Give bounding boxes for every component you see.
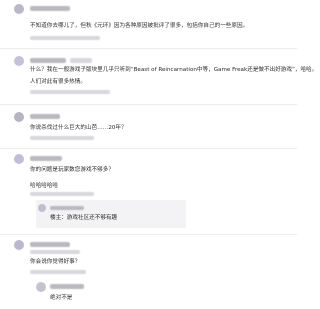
comment-actions-blurred	[30, 192, 94, 196]
comment-text-2b: 人们对此有很多热情。	[30, 79, 86, 85]
flair-blurred	[30, 250, 80, 254]
username-blurred	[50, 284, 84, 289]
avatar[interactable]	[14, 56, 24, 66]
username-blurred	[30, 114, 60, 119]
comment-actions-blurred	[30, 136, 94, 140]
username-blurred	[30, 242, 70, 247]
timestamp-blurred	[70, 58, 92, 63]
divider	[0, 48, 297, 49]
divider	[0, 148, 297, 149]
avatar[interactable]	[38, 204, 46, 212]
comment-text-3: 你说杀伐过什么巨大的山芭……20年？	[30, 125, 127, 131]
username-blurred	[30, 58, 66, 63]
comment-text-5: 你会说你觉得好事？	[30, 259, 81, 265]
avatar[interactable]	[14, 4, 24, 14]
comment-text-2: 什么？我在一般游戏子版块里几乎只听到“Beast of Reincarnatio…	[30, 67, 318, 73]
comment-text-6: 绝对不是	[50, 295, 73, 301]
avatar[interactable]	[14, 112, 24, 122]
comment-actions-blurred	[30, 270, 86, 274]
divider	[0, 234, 297, 235]
username-blurred	[50, 206, 84, 210]
avatar[interactable]	[14, 240, 24, 250]
comment-text-1: 不知道你去哪儿了，但秋《元环》因为各种原因被批评了很多，包括你自己的一些原因。	[30, 23, 249, 29]
reply-text: 楼主：游戏社区还不够有趣	[50, 215, 118, 221]
comment-actions-blurred	[30, 36, 100, 40]
divider	[0, 104, 297, 105]
username-blurred	[30, 6, 70, 11]
comment-text-4: 你的问题是玩家数您游戏不够多？	[30, 167, 114, 173]
comment-actions-blurred	[30, 90, 110, 94]
comment-text-4b: 哈哈哈哈哈	[30, 183, 58, 189]
avatar[interactable]	[14, 154, 24, 164]
avatar[interactable]	[36, 282, 46, 292]
username-blurred	[30, 156, 62, 161]
